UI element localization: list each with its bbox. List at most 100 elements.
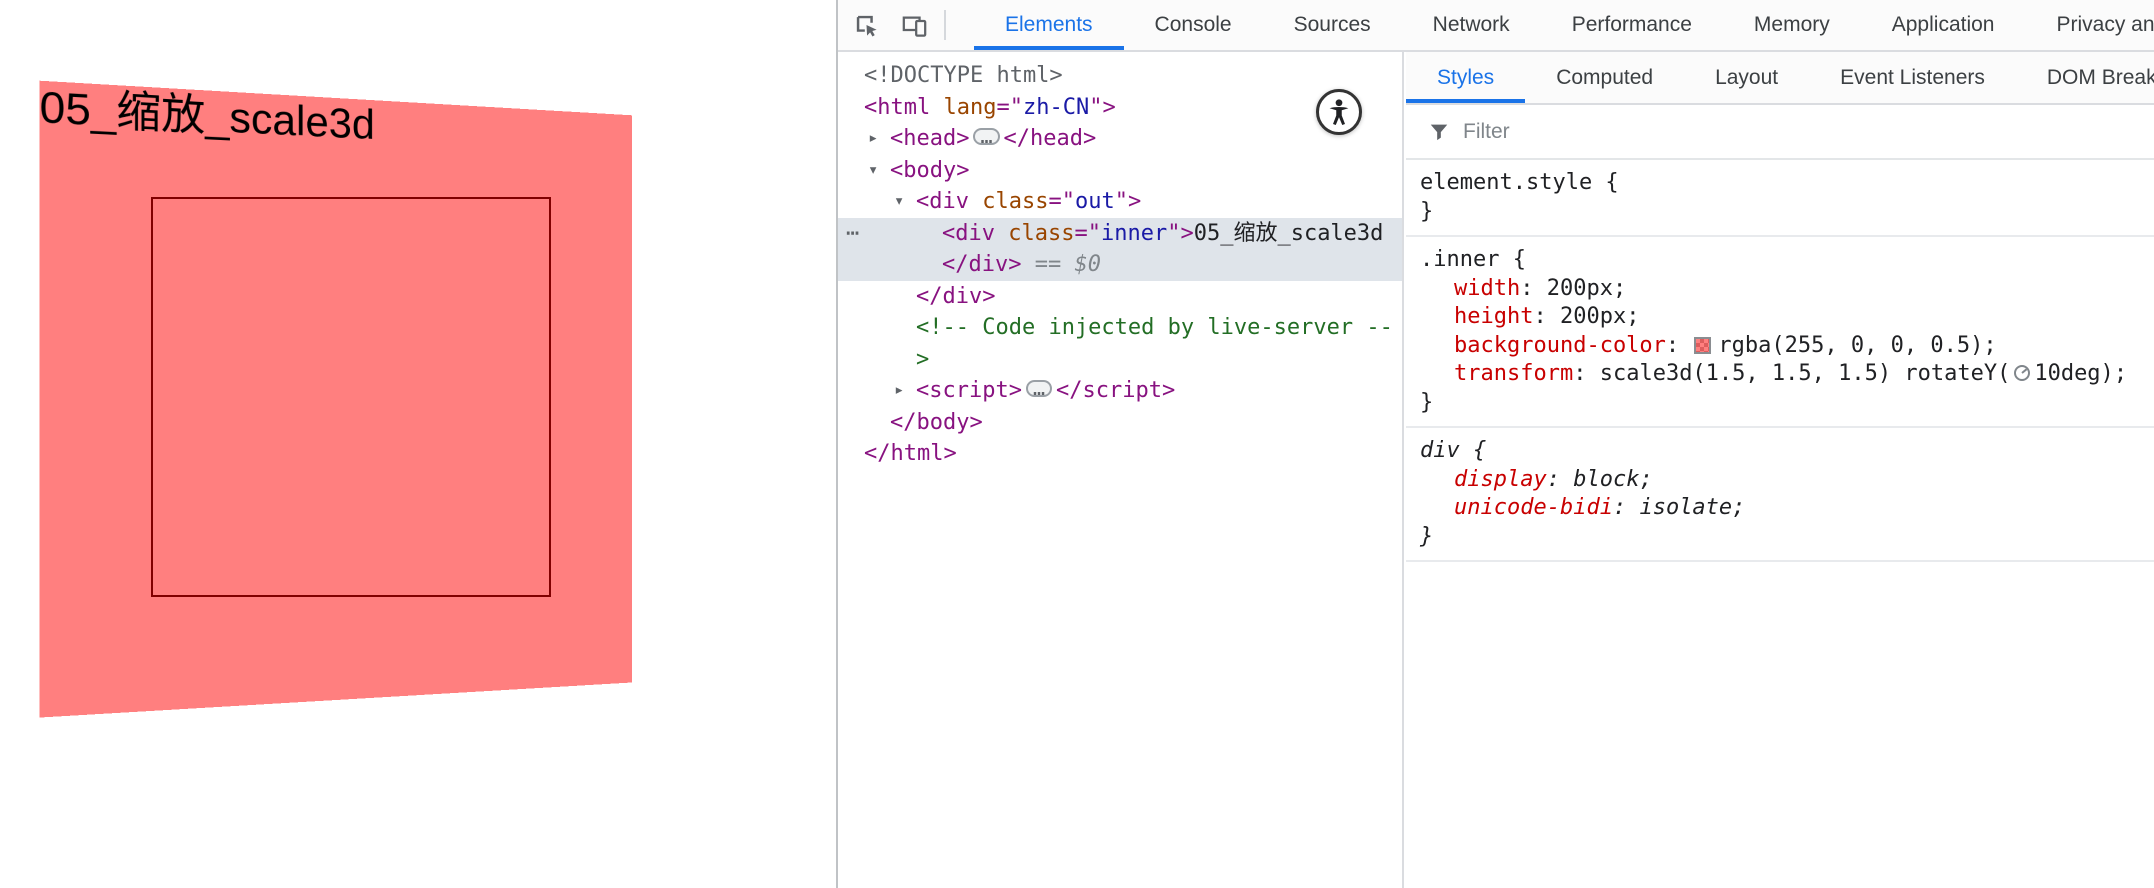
property-value: block [1573, 466, 1640, 492]
tab-privacy-and-security[interactable]: Privacy and security [2025, 0, 2154, 50]
chevron-down-icon[interactable]: ▾ [868, 155, 878, 187]
code-token: head [1030, 126, 1084, 151]
tree-line[interactable]: ▸ <head>… </head> [838, 123, 1402, 155]
tree-line[interactable]: ▾ <body> [838, 155, 1402, 187]
code-token: "> [1089, 94, 1116, 120]
styles-tab-computed[interactable]: Computed [1525, 52, 1684, 103]
code-token: body [903, 157, 957, 183]
chevron-down-icon[interactable]: ▾ [894, 186, 904, 218]
style-rule[interactable]: div { display: block; unicode-bidi: isolat… [1406, 428, 2154, 562]
inspect-element-icon[interactable] [846, 5, 886, 45]
tab-memory[interactable]: Memory [1723, 0, 1861, 50]
property-name[interactable]: background-color [1454, 333, 1666, 358]
chevron-right-icon[interactable]: ▸ [868, 123, 878, 155]
chevron-right-icon[interactable]: ▸ [894, 375, 904, 407]
style-property[interactable]: height: 200px; [1420, 303, 2140, 332]
rule-selector[interactable]: .inner [1420, 247, 1499, 272]
tree-line[interactable]: <!DOCTYPE html> [838, 60, 1402, 92]
code-token: > [956, 126, 970, 151]
code-token: =" [996, 94, 1023, 120]
rule-open-line: div { [1420, 438, 1487, 463]
node-more-icon[interactable]: ⋯ [846, 218, 860, 250]
rule-open-line: element.style { [1420, 170, 1619, 195]
tree-line[interactable]: ▸ <script>… </script> [838, 375, 1402, 407]
inner-div: 05_缩放_scale3d [39, 80, 633, 718]
style-property[interactable]: display: block; [1420, 466, 2140, 495]
main-tabs: Elements Console Sources Network Performance… [974, 0, 2154, 50]
code-token: </ [1003, 126, 1031, 151]
code-token: body [916, 409, 970, 435]
code-token: out [1074, 189, 1115, 214]
devtools-main-tabbar: Elements Console Sources Network Performance… [838, 0, 2154, 52]
tree-line[interactable]: </div> == $0 [838, 249, 1402, 281]
code-token: > [969, 409, 983, 435]
code-token: < [890, 126, 904, 151]
browser-page: 05_缩放_scale3d [0, 0, 836, 888]
code-token: > [956, 157, 970, 183]
styles-tab-event-listeners[interactable]: Event Listeners [1809, 52, 2016, 103]
color-swatch[interactable] [1694, 336, 1712, 354]
style-property[interactable]: transform: scale3d(1.5, 1.5, 1.5) rotate… [1420, 360, 2140, 389]
code-token: div [955, 220, 995, 246]
style-rule[interactable]: .inner {width: 200px; height: 200px; backg… [1406, 237, 2154, 428]
tree-line[interactable]: <!-- Code injected by live-server -- [838, 312, 1402, 344]
code-token: 05_缩放_scale3d [1193, 220, 1384, 246]
angle-icon[interactable] [2013, 360, 2031, 389]
code-token: script [1082, 378, 1163, 403]
styles-tabbar: Styles Computed Layout Event Listeners DOM B… [1406, 52, 2154, 105]
style-rule[interactable]: element.style {} [1406, 160, 2154, 237]
style-property[interactable]: unicode-bidi: isolate; [1420, 494, 2140, 523]
code-token: div [929, 189, 969, 214]
styles-filter-field[interactable]: Filter [1406, 105, 2154, 160]
rule-close-line: } [1420, 198, 1434, 224]
property-name[interactable]: unicode-bidi [1454, 495, 1613, 520]
tree-line[interactable]: > [838, 344, 1402, 376]
tab-elements[interactable]: Elements [974, 0, 1124, 50]
toolbar-divider [944, 10, 946, 40]
property-name[interactable]: transform [1454, 361, 1573, 386]
code-token: < [916, 189, 930, 214]
tree-line[interactable]: ▾ <div class="out"> [838, 186, 1402, 218]
tree-line[interactable]: </div> [838, 281, 1402, 313]
tab-application[interactable]: Application [1861, 0, 2026, 50]
device-toolbar-icon[interactable] [894, 5, 934, 45]
code-token: < [916, 378, 930, 403]
styles-tab-dom-breakpoints[interactable]: DOM Breakpoints [2016, 52, 2154, 103]
tree-line[interactable]: ⋯ <div class="inner">05_缩放_scale3d [838, 217, 1402, 250]
code-token: "> [1167, 220, 1194, 246]
tab-network[interactable]: Network [1402, 0, 1541, 50]
devtools-window: Elements Console Sources Network Performance… [836, 0, 2154, 888]
code-token: </ [1056, 378, 1083, 403]
code-token: head [903, 126, 957, 151]
property-value: scale3d(1.5, 1.5, 1.5) rotateY( [1599, 361, 2011, 386]
code-token: html [877, 94, 931, 120]
rule-selector[interactable]: div [1420, 438, 1460, 463]
collapsed-content-button[interactable]: … [973, 126, 1000, 146]
code-token: zh-CN [1022, 94, 1090, 120]
tree-line[interactable]: </html> [838, 438, 1402, 470]
code-token: == $0 [1021, 252, 1101, 277]
style-property[interactable]: width: 200px; [1420, 275, 2140, 304]
property-name[interactable]: display [1454, 467, 1547, 492]
code-token: inner [1100, 220, 1168, 246]
style-property[interactable]: background-color: rgba(255, 0, 0, 0.5); [1420, 332, 2140, 361]
code-token: class [995, 220, 1075, 246]
code-token: > [943, 441, 957, 466]
tree-line[interactable]: </body> [838, 407, 1402, 439]
code-token: script [929, 378, 1009, 403]
rule-selector[interactable]: element.style [1420, 170, 1592, 195]
styles-tab-layout[interactable]: Layout [1684, 52, 1809, 103]
tab-performance[interactable]: Performance [1541, 0, 1723, 50]
tab-sources[interactable]: Sources [1263, 0, 1402, 50]
accessibility-button[interactable] [1316, 89, 1362, 135]
rule-close-line: } [1420, 389, 1434, 415]
collapsed-content-button[interactable]: … [1025, 378, 1053, 398]
property-name[interactable]: height [1454, 304, 1533, 329]
property-name[interactable]: width [1454, 276, 1520, 301]
styles-tab-styles[interactable]: Styles [1406, 52, 1526, 103]
code-token: > [1162, 378, 1176, 403]
style-rules: element.style {} .inner {width: 200px; hei… [1406, 160, 2154, 562]
screen: 05_缩放_scale3d Elements Console Sources Netw… [0, 0, 2154, 888]
elements-panel: <!DOCTYPE html> <html lang="zh-CN"> ▸ <head… [838, 52, 1404, 888]
tab-console[interactable]: Console [1124, 0, 1263, 50]
